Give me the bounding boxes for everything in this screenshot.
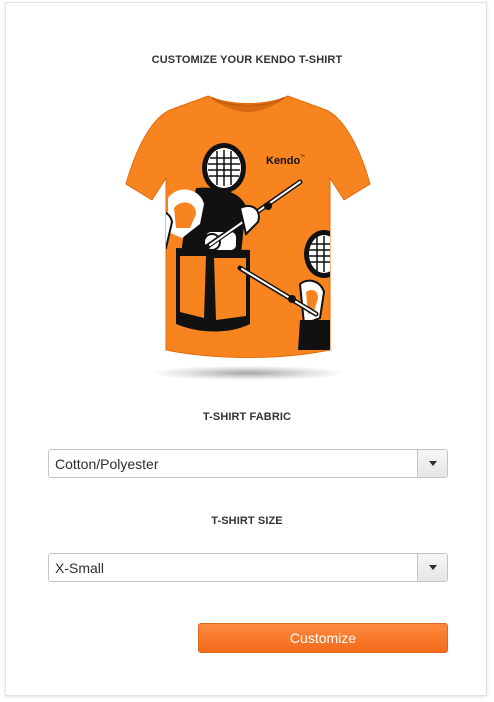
chevron-down-icon — [429, 565, 437, 570]
page-title: CUSTOMIZE YOUR KENDO T-SHIRT — [151, 54, 343, 66]
size-dropdown-toggle[interactable] — [417, 554, 447, 581]
fabric-selected-value: Cotton/Polyester — [55, 456, 159, 472]
tshirt-preview: Kendo ™ — [120, 88, 376, 388]
chevron-down-icon — [429, 461, 437, 466]
brand-text: Kendo — [266, 155, 301, 167]
brand-trademark: ™ — [300, 154, 305, 160]
size-selected-value: X-Small — [55, 560, 105, 576]
fabric-dropdown[interactable]: Cotton/Polyester — [48, 449, 448, 478]
customize-button[interactable]: Customize — [198, 623, 448, 653]
fabric-label: T-SHIRT FABRIC — [202, 411, 292, 423]
size-label: T-SHIRT SIZE — [211, 515, 283, 527]
tshirt-image: Kendo ™ — [125, 95, 371, 358]
tshirt-shadow — [155, 366, 341, 380]
fabric-dropdown-toggle[interactable] — [417, 450, 447, 477]
size-dropdown[interactable]: X-Small — [48, 553, 448, 582]
